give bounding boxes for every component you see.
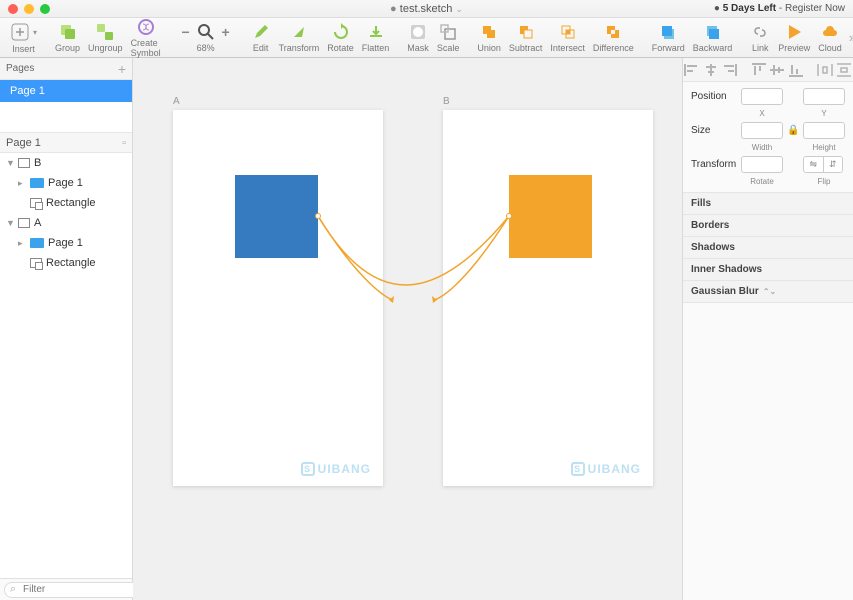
shape-layer[interactable]: Rectangle [0, 253, 132, 273]
zoom-out-button[interactable]: − [179, 24, 193, 40]
group-button[interactable]: Group [55, 22, 80, 53]
difference-button[interactable]: Difference [593, 22, 634, 53]
transform-button[interactable]: Transform [279, 22, 320, 53]
flatten-icon [366, 22, 386, 42]
artboard-list-icon[interactable]: ▫ [122, 137, 126, 149]
width-input[interactable] [741, 122, 783, 139]
lock-aspect-icon[interactable]: 🔒 [787, 125, 799, 136]
inspector-panel: Position XY Size 🔒 WidthHeight Transform… [683, 58, 853, 600]
trial-status[interactable]: ● 5 Days Left - Register Now [714, 3, 845, 14]
size-label: Size [691, 125, 737, 136]
create-symbol-button[interactable]: Create Symbol [131, 17, 161, 58]
rotate-input[interactable] [741, 156, 783, 173]
zoom-control[interactable]: − + 68% [179, 22, 233, 53]
borders-section[interactable]: Borders [683, 215, 853, 237]
gaussian-blur-section[interactable]: Gaussian Blur⌃⌄ [683, 281, 853, 303]
play-icon [784, 22, 804, 42]
current-page-header[interactable]: Page 1 ▫ [0, 133, 132, 153]
transform-icon [289, 22, 309, 42]
artboard-label: B [443, 96, 450, 107]
backward-icon [703, 22, 723, 42]
magnifier-icon [196, 22, 216, 42]
align-vcenter-icon[interactable] [769, 63, 785, 77]
filter-bar [0, 578, 132, 600]
difference-icon [603, 22, 623, 42]
transform-label: Transform [691, 159, 737, 170]
backward-button[interactable]: Backward [693, 22, 733, 53]
toolbar: ▾ Insert Group Ungroup Create Symbol − +… [0, 18, 853, 58]
pencil-icon [251, 22, 271, 42]
rectangle-shape[interactable] [235, 175, 318, 258]
align-left-icon[interactable] [684, 63, 700, 77]
cloud-button[interactable]: Cloud [818, 22, 842, 53]
distribute-v-icon[interactable] [836, 63, 852, 77]
shape-layer[interactable]: Rectangle [0, 193, 132, 213]
align-right-icon[interactable] [721, 63, 737, 77]
intersect-icon [558, 22, 578, 42]
link-button[interactable]: Link [750, 22, 770, 53]
link-icon [750, 22, 770, 42]
insert-button[interactable]: ▾ Insert [10, 21, 37, 54]
rectangle-shape[interactable] [509, 175, 592, 258]
position-label: Position [691, 91, 737, 102]
add-page-button[interactable]: + [118, 61, 126, 77]
canvas[interactable]: A SUIBANG B SUIBANG [133, 58, 683, 600]
subtract-button[interactable]: Subtract [509, 22, 543, 53]
alignment-row [683, 58, 853, 82]
align-hcenter-icon[interactable] [703, 63, 719, 77]
ungroup-icon [95, 22, 115, 42]
ungroup-button[interactable]: Ungroup [88, 22, 123, 53]
align-bottom-icon[interactable] [788, 63, 804, 77]
align-top-icon[interactable] [751, 63, 767, 77]
page-layer[interactable]: ▸ Page 1 [0, 173, 132, 193]
mask-icon [408, 22, 428, 42]
artboard-b[interactable]: B SUIBANG [443, 110, 653, 486]
inner-shadows-section[interactable]: Inner Shadows [683, 259, 853, 281]
flip-control[interactable]: ⇋⇵ [803, 156, 843, 173]
layers-panel: Pages + Page 1 Page 1 ▫ ▼ B ▸ Page 1 Rec… [0, 58, 133, 600]
rotate-button[interactable]: Rotate [327, 22, 354, 53]
group-icon [58, 22, 78, 42]
edit-button[interactable]: Edit [251, 22, 271, 53]
page-layer[interactable]: ▸ Page 1 [0, 233, 132, 253]
selection-handle[interactable] [315, 213, 321, 219]
toolbar-overflow-button[interactable]: » [849, 30, 853, 45]
selection-handle[interactable] [506, 213, 512, 219]
fills-section[interactable]: Fills [683, 193, 853, 215]
geometry-section: Position XY Size 🔒 WidthHeight Transform… [683, 82, 853, 193]
y-input[interactable] [803, 88, 845, 105]
preview-button[interactable]: Preview [778, 22, 810, 53]
x-input[interactable] [741, 88, 783, 105]
watermark: SUIBANG [301, 462, 371, 476]
watermark: SUIBANG [571, 462, 641, 476]
symbol-icon [136, 17, 156, 37]
artboard-layer[interactable]: ▼ A [0, 213, 132, 233]
rotate-icon [331, 22, 351, 42]
intersect-button[interactable]: Intersect [550, 22, 585, 53]
artboard-label: A [173, 96, 180, 107]
forward-icon [658, 22, 678, 42]
union-button[interactable]: Union [477, 22, 501, 53]
forward-button[interactable]: Forward [652, 22, 685, 53]
pages-header: Pages + [0, 58, 132, 80]
titlebar: ● test.sketch ⌄ ● 5 Days Left - Register… [0, 0, 853, 18]
artboard-layer[interactable]: ▼ B [0, 153, 132, 173]
flatten-button[interactable]: Flatten [362, 22, 390, 53]
cloud-icon [820, 22, 840, 42]
plus-icon [10, 22, 30, 42]
subtract-icon [516, 22, 536, 42]
scale-icon [438, 22, 458, 42]
scale-button[interactable]: Scale [437, 22, 460, 53]
distribute-h-icon[interactable] [817, 63, 833, 77]
union-icon [479, 22, 499, 42]
page-row[interactable]: Page 1 [0, 80, 132, 102]
artboard-a[interactable]: A SUIBANG [173, 110, 383, 486]
shadows-section[interactable]: Shadows [683, 237, 853, 259]
height-input[interactable] [803, 122, 845, 139]
zoom-in-button[interactable]: + [219, 24, 233, 40]
mask-button[interactable]: Mask [407, 22, 429, 53]
